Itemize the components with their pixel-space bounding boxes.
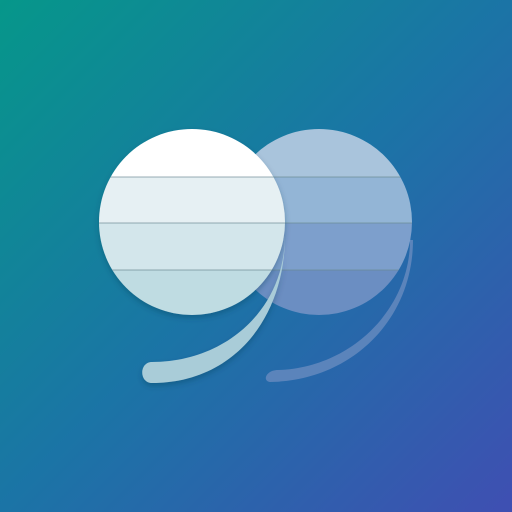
left-band	[99, 223, 285, 270]
left-band	[99, 177, 285, 223]
app-icon	[0, 0, 512, 512]
quotation-mark-icon	[0, 0, 512, 512]
